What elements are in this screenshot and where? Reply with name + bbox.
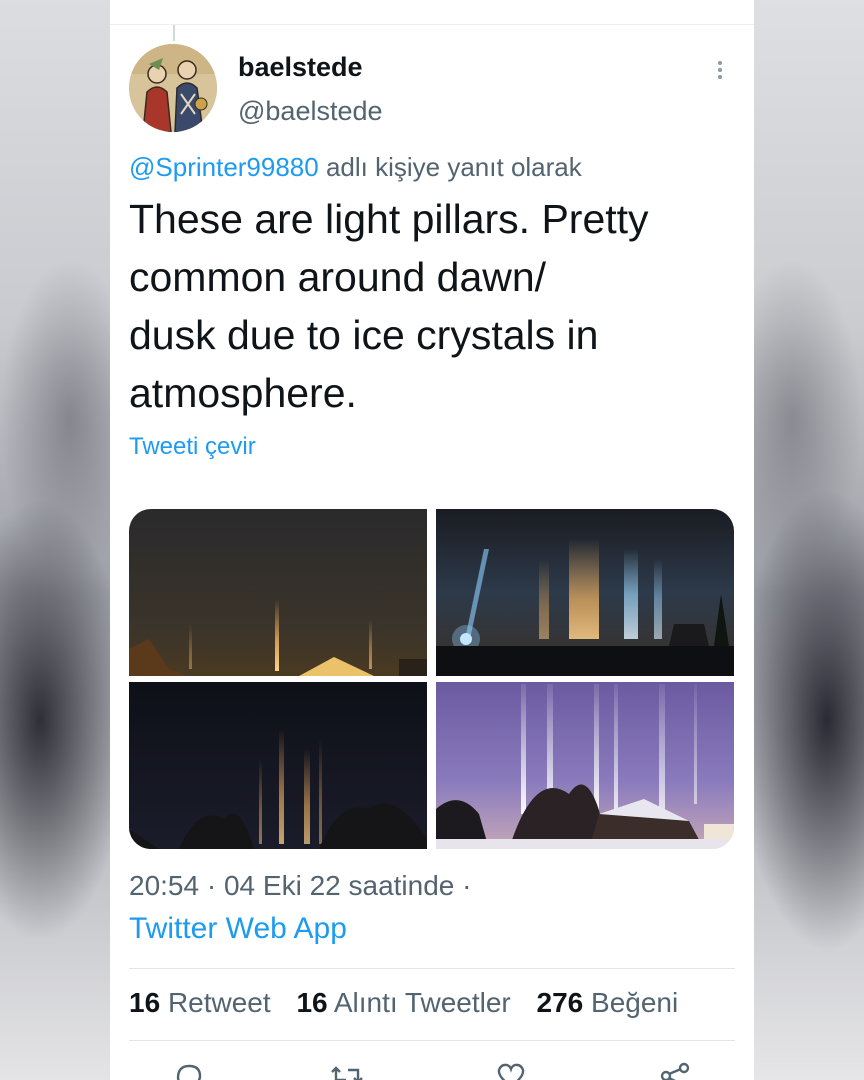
thread-connector — [173, 25, 175, 41]
user-handle[interactable]: @baelstede — [238, 96, 383, 127]
tweet-text-line: atmosphere. — [129, 370, 357, 416]
tweet-text-line: dusk due to ice crystals in — [129, 312, 599, 358]
reply-mention-link[interactable]: @Sprinter99880 — [129, 152, 319, 182]
meta-separator: · — [206, 870, 217, 901]
more-options-icon[interactable] — [708, 58, 732, 86]
quotes-label: Alıntı Tweetler — [333, 987, 511, 1018]
tweet-text: These are light pillars. Pretty common a… — [129, 190, 729, 422]
tweet-card: baelstede @baelstede @Sprinter99880 adlı… — [110, 0, 754, 1080]
tweet-timestamp[interactable]: 20:54 · 04 Eki 22 saatinde · — [129, 870, 471, 902]
reply-context-label: adlı kişiye yanıt olarak — [325, 152, 582, 182]
quotes-count: 16 — [296, 987, 328, 1018]
tweet-time: 20:54 — [129, 870, 200, 901]
avatar[interactable] — [129, 44, 217, 132]
retweets-stat[interactable]: 16 Retweet — [129, 987, 271, 1018]
reply-icon[interactable] — [172, 1060, 206, 1080]
share-icon[interactable] — [658, 1060, 692, 1080]
stats-top-divider — [129, 968, 735, 969]
light-pillars-photo-4[interactable] — [436, 682, 734, 849]
tweet-date: 04 Eki 22 saatinde — [223, 870, 455, 901]
translate-tweet-link[interactable]: Tweeti çevir — [129, 433, 256, 461]
meta-separator: · — [462, 870, 472, 901]
likes-count: 276 — [536, 987, 584, 1018]
tweet-source-link[interactable]: Twitter Web App — [129, 912, 347, 946]
tweet-stats: 16 Retweet 16 Alıntı Tweetler 276 Beğeni — [129, 987, 696, 1019]
tweet-text-line: These are light pillars. Pretty — [129, 196, 649, 242]
retweets-count: 16 — [129, 987, 161, 1018]
reply-context: @Sprinter99880 adlı kişiye yanıt olarak — [129, 152, 582, 183]
light-pillars-photo-2[interactable] — [436, 509, 734, 676]
top-divider — [110, 24, 754, 25]
tweet-text-line: common around dawn/ — [129, 254, 547, 300]
retweets-label: Retweet — [167, 987, 271, 1018]
retweet-icon[interactable] — [330, 1060, 364, 1080]
display-name[interactable]: baelstede — [238, 52, 363, 83]
like-icon[interactable] — [494, 1060, 528, 1080]
avatar-illustration-icon — [129, 44, 217, 132]
likes-label: Beğeni — [591, 987, 679, 1018]
blurred-background-left — [0, 0, 112, 1080]
media-grid — [129, 509, 734, 849]
blurred-background-right — [752, 0, 864, 1080]
likes-stat[interactable]: 276 Beğeni — [537, 987, 679, 1018]
quotes-stat[interactable]: 16 Alıntı Tweetler — [296, 987, 510, 1018]
tweet-actions-bar — [110, 1060, 754, 1080]
light-pillars-photo-1[interactable] — [129, 509, 427, 676]
light-pillars-photo-3[interactable] — [129, 682, 427, 849]
actions-top-divider — [129, 1040, 735, 1041]
